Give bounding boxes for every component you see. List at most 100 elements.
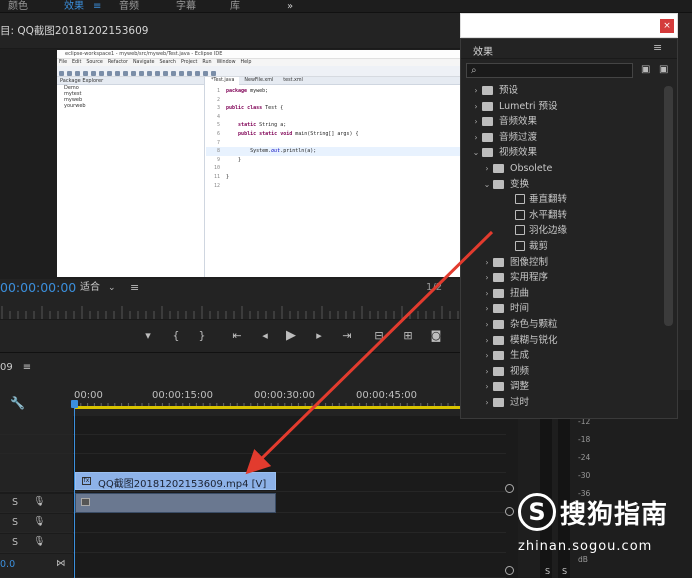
zoom-handle-icon[interactable]: [505, 484, 514, 493]
workspace-tab-effects[interactable]: 效果: [64, 0, 84, 13]
effect-tree-item[interactable]: › 过时: [482, 395, 661, 410]
lift-icon[interactable]: ⊟: [371, 329, 387, 343]
effects-search-input[interactable]: ⌕: [466, 63, 633, 78]
effect-tree-item[interactable]: 垂直翻转: [493, 192, 661, 207]
close-icon[interactable]: ×: [660, 19, 674, 33]
work-area-bar[interactable]: [74, 406, 498, 409]
effect-tree-item[interactable]: › Obsolete: [482, 161, 661, 176]
chevron-right-icon[interactable]: ›: [482, 379, 492, 394]
meter-solo-button[interactable]: S: [562, 567, 567, 576]
effect-tree-item[interactable]: 羽化边缘: [493, 223, 661, 238]
zoom-fit-select[interactable]: 适合: [80, 281, 100, 295]
effect-tree-item[interactable]: ⌄ 视频效果: [471, 145, 661, 160]
chevron-down-icon[interactable]: ⌄: [108, 281, 116, 295]
playhead-line[interactable]: [74, 400, 75, 578]
program-monitor-title[interactable]: 目: QQ截图20181202153609: [0, 23, 148, 38]
add-marker-icon[interactable]: ▾: [140, 329, 156, 343]
camera-icon[interactable]: ◙: [428, 329, 444, 343]
chevron-right-icon[interactable]: ›: [482, 364, 492, 379]
track-master[interactable]: 0.0 ⋈: [0, 554, 506, 578]
workspace-tab-libraries[interactable]: 库: [230, 0, 240, 13]
wrench-icon[interactable]: 🔧: [10, 396, 25, 410]
microphone-icon[interactable]: 🎙: [33, 496, 45, 507]
chevron-right-icon[interactable]: ›: [482, 348, 492, 363]
zoom-handle-icon[interactable]: [505, 507, 514, 516]
chevron-down-icon[interactable]: ⌄: [482, 177, 492, 192]
effect-tree-item[interactable]: › Lumetri 预设: [471, 99, 661, 114]
workspace-overflow-icon[interactable]: »: [287, 0, 293, 13]
effect-tree-item[interactable]: › 模糊与锐化: [482, 333, 661, 348]
chevron-right-icon[interactable]: ›: [471, 114, 481, 129]
chevron-right-icon[interactable]: ›: [482, 333, 492, 348]
workspace-tab-audio[interactable]: 音频: [119, 0, 139, 13]
meter-solo-button[interactable]: S: [545, 567, 550, 576]
effect-tree-item[interactable]: › 扭曲: [482, 286, 661, 301]
workspace-tab-captions[interactable]: 字幕: [176, 0, 196, 13]
effect-tree-item[interactable]: › 调整: [482, 379, 661, 394]
effect-tree-item[interactable]: › 音频过渡: [471, 130, 661, 145]
go-to-out-icon[interactable]: ⇥: [339, 329, 355, 343]
master-level[interactable]: 0.0: [0, 559, 15, 570]
chevron-right-icon[interactable]: ›: [471, 130, 481, 145]
solo-track-button[interactable]: S: [12, 497, 18, 508]
chevron-down-icon[interactable]: ⌄: [471, 145, 481, 160]
mark-in-icon[interactable]: {: [168, 329, 184, 343]
workspace-tab-color[interactable]: 颜色: [8, 0, 28, 13]
mark-out-icon[interactable]: }: [194, 329, 210, 343]
effect-tree-item[interactable]: › 实用程序: [482, 270, 661, 285]
microphone-icon[interactable]: 🎙: [33, 516, 45, 527]
panel-menu-icon[interactable]: ≡: [653, 41, 662, 54]
step-forward-icon[interactable]: ▸: [311, 329, 327, 343]
play-icon[interactable]: ▶: [283, 329, 299, 343]
step-back-icon[interactable]: ◂: [257, 329, 273, 343]
workspace-menu-icon[interactable]: ≡: [93, 0, 101, 13]
effects-panel-title[interactable]: 效果: [473, 43, 493, 58]
effect-tree-item[interactable]: 裁剪: [493, 239, 661, 254]
solo-track-button[interactable]: S: [12, 537, 18, 548]
timeline-menu-icon[interactable]: ≡: [23, 362, 31, 373]
track-a3[interactable]: S 🎙: [0, 534, 506, 553]
bowtie-icon[interactable]: ⋈: [56, 558, 66, 569]
effect-tree-item[interactable]: ⌄ 变换: [482, 177, 661, 192]
32bit-effects-icon[interactable]: ▣: [659, 64, 668, 75]
effect-tree-item[interactable]: › 图像控制: [482, 255, 661, 270]
chevron-right-icon[interactable]: ›: [482, 286, 492, 301]
effects-scrollbar[interactable]: [664, 86, 673, 326]
effect-tree-item[interactable]: › 时间: [482, 301, 661, 316]
video-clip[interactable]: fx QQ截图20181202153609.mp4 [V]: [75, 472, 276, 490]
chevron-right-icon[interactable]: ›: [482, 317, 492, 332]
effect-tree-item[interactable]: 水平翻转: [493, 208, 661, 223]
effect-tree-item[interactable]: › 杂色与颗粒: [482, 317, 661, 332]
effect-tree-item[interactable]: › 视频: [482, 364, 661, 379]
monitor-time-ruler[interactable]: [0, 300, 518, 320]
effects-window-titlebar[interactable]: ×: [460, 13, 678, 38]
sequence-tab[interactable]: 09 ≡: [0, 362, 31, 373]
playhead-timecode[interactable]: 00:00:00:00: [0, 279, 76, 297]
track-v2[interactable]: [0, 435, 506, 454]
effect-tree-item[interactable]: › 音频效果: [471, 114, 661, 129]
track-a2[interactable]: S 🎙: [0, 514, 506, 533]
chevron-right-icon[interactable]: ›: [482, 161, 492, 176]
effect-tree-item[interactable]: › 预设: [471, 83, 661, 98]
playhead-handle[interactable]: [71, 400, 78, 408]
monitor-menu-icon[interactable]: ≡: [130, 279, 139, 297]
track-v1[interactable]: [0, 454, 506, 473]
track-v3[interactable]: [0, 416, 506, 435]
chevron-right-icon[interactable]: ›: [482, 395, 492, 410]
timeline-ruler[interactable]: 00:00 00:00:15:00 00:00:30:00 00:00:45:0…: [74, 382, 518, 416]
chevron-right-icon[interactable]: ›: [471, 99, 481, 114]
playback-resolution[interactable]: 1/2: [426, 279, 442, 297]
effect-tree-item[interactable]: › 生成: [482, 348, 661, 363]
chevron-right-icon[interactable]: ›: [471, 83, 481, 98]
audio-clip[interactable]: [75, 493, 276, 513]
microphone-icon[interactable]: 🎙: [33, 536, 45, 547]
accelerated-effects-icon[interactable]: ▣: [641, 64, 650, 75]
folder-icon: [493, 179, 504, 189]
extract-icon[interactable]: ⊞: [400, 329, 416, 343]
go-to-in-icon[interactable]: ⇤: [229, 329, 245, 343]
chevron-right-icon[interactable]: ›: [482, 270, 492, 285]
zoom-handle-icon[interactable]: [505, 566, 514, 575]
chevron-right-icon[interactable]: ›: [482, 255, 492, 270]
chevron-right-icon[interactable]: ›: [482, 301, 492, 316]
solo-track-button[interactable]: S: [12, 517, 18, 528]
